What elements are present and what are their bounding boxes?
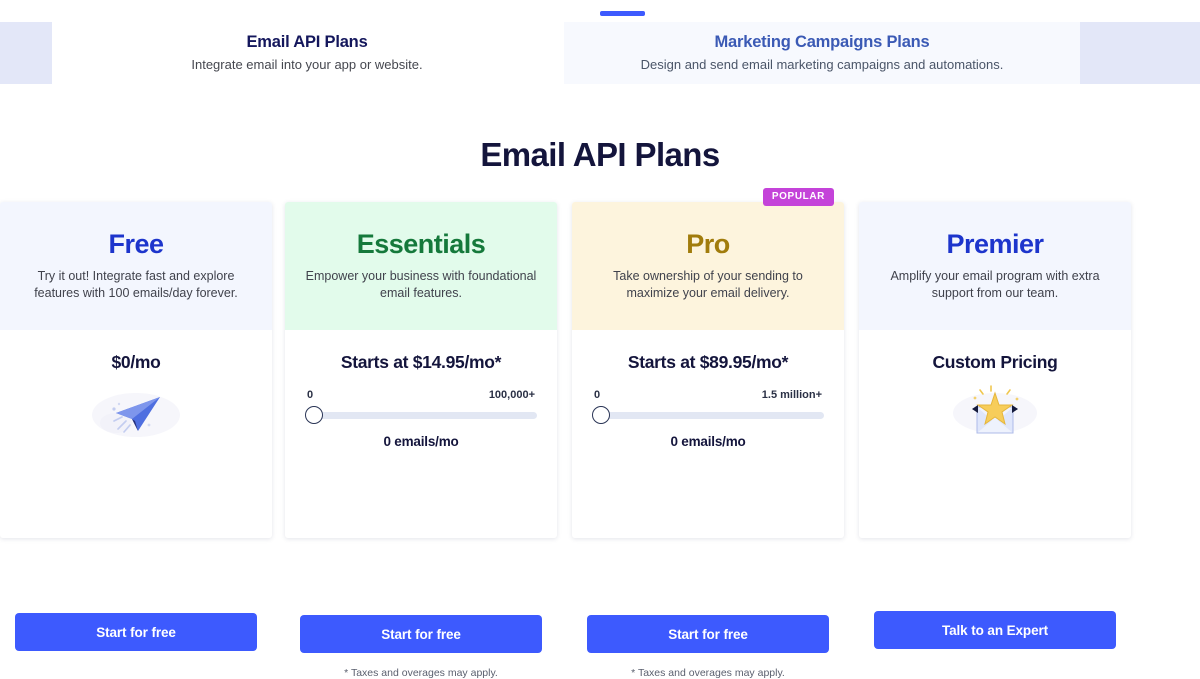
slider-scale-essentials: 0 100,000+ [305, 389, 537, 401]
plan-card-premier-header: Premier Amplify your email program with … [859, 202, 1131, 330]
popular-badge: POPULAR [762, 188, 834, 206]
plan-footnote-essentials: * Taxes and overages may apply. [344, 667, 498, 679]
plan-card-free-body: $0/mo Start for free [0, 352, 272, 651]
tabbar-left-filler [0, 22, 52, 84]
paper-airplane-illustration [15, 383, 257, 445]
tab-email-api-subtitle: Integrate email into your app or website… [191, 57, 423, 72]
page-title: Email API Plans [480, 136, 720, 173]
plan-name-pro: Pro [686, 229, 730, 259]
plan-name-premier: Premier [946, 229, 1044, 259]
volume-slider-essentials[interactable]: 0 100,000+ 0 emails/mo [300, 389, 542, 449]
plan-description-essentials: Empower your business with foundational … [305, 269, 537, 300]
plan-name-free: Free [108, 229, 164, 259]
plan-card-free-header: Free Try it out! Integrate fast and expl… [0, 202, 272, 330]
plan-price-pro: Starts at $89.95/mo* [627, 352, 789, 372]
plan-price-free: $0/mo [111, 352, 161, 372]
plan-card-essentials-header: Essentials Empower your business with fo… [285, 202, 557, 330]
slider-max-label-essentials: 100,000+ [488, 389, 535, 401]
plan-description-free: Try it out! Integrate fast and explore f… [34, 269, 238, 300]
tab-email-api-title: Email API Plans [246, 33, 368, 51]
talk-to-an-expert-button[interactable]: Talk to an Expert [874, 611, 1116, 649]
plan-card-pro-header: Pro Take ownership of your sending to ma… [572, 202, 844, 330]
plan-type-tabbar: Email API Plans Integrate email into you… [0, 0, 1200, 92]
plan-card-essentials-body: Starts at $14.95/mo* 0 100,000+ 0 emails… [285, 352, 557, 679]
pricing-cards: Free Try it out! Integrate fast and expl… [0, 188, 1200, 679]
slider-track-wrap-pro[interactable] [592, 406, 824, 424]
start-for-free-button-essentials[interactable]: Start for free [300, 615, 542, 653]
plan-card-premier-body: Custom Pricing Talk to an Expert [859, 352, 1131, 649]
tab-marketing-campaigns-subtitle: Design and send email marketing campaign… [640, 57, 1004, 72]
plan-footnote-pro: * Taxes and overages may apply. [631, 667, 785, 679]
slider-value-essentials: 0 emails/mo [383, 434, 459, 449]
plan-card-free[interactable]: Free Try it out! Integrate fast and expl… [0, 202, 272, 651]
slider-track-pro[interactable] [600, 412, 824, 419]
slider-value-pro: 0 emails/mo [670, 434, 746, 449]
slider-track-essentials[interactable] [313, 412, 537, 419]
plan-card-pro-body: Starts at $89.95/mo* 0 1.5 million+ 0 em… [572, 352, 844, 679]
tab-marketing-campaigns[interactable]: Marketing Campaigns Plans Design and sen… [564, 22, 1080, 84]
volume-slider-pro[interactable]: 0 1.5 million+ 0 emails/mo [587, 389, 829, 449]
start-for-free-button-free[interactable]: Start for free [15, 613, 257, 651]
slider-max-label-pro: 1.5 million+ [761, 389, 822, 401]
plan-price-premier: Custom Pricing [932, 352, 1058, 372]
envelope-star-illustration [874, 383, 1116, 445]
tab-marketing-campaigns-title: Marketing Campaigns Plans [714, 33, 930, 51]
tabbar-right-filler [1080, 22, 1200, 84]
tab-email-api[interactable]: Email API Plans Integrate email into you… [52, 22, 562, 84]
plan-description-pro: Take ownership of your sending to maximi… [613, 269, 803, 300]
slider-min-label-pro: 0 [594, 389, 601, 401]
slider-thumb-essentials[interactable] [305, 406, 323, 424]
plan-card-pro[interactable]: POPULAR Pro Take ownership of your sendi… [572, 188, 844, 679]
plan-card-premier[interactable]: Premier Amplify your email program with … [859, 202, 1131, 649]
slider-track-wrap-essentials[interactable] [305, 406, 537, 424]
slider-thumb-pro[interactable] [592, 406, 610, 424]
plan-name-essentials: Essentials [356, 229, 486, 259]
plan-card-essentials[interactable]: Essentials Empower your business with fo… [285, 202, 557, 679]
slider-scale-pro: 0 1.5 million+ [592, 389, 824, 401]
active-tab-indicator [600, 11, 645, 16]
start-for-free-button-pro[interactable]: Start for free [587, 615, 829, 653]
plan-description-premier: Amplify your email program with extra su… [890, 269, 1100, 300]
slider-min-label-essentials: 0 [307, 389, 314, 401]
plan-price-essentials: Starts at $14.95/mo* [340, 352, 502, 372]
